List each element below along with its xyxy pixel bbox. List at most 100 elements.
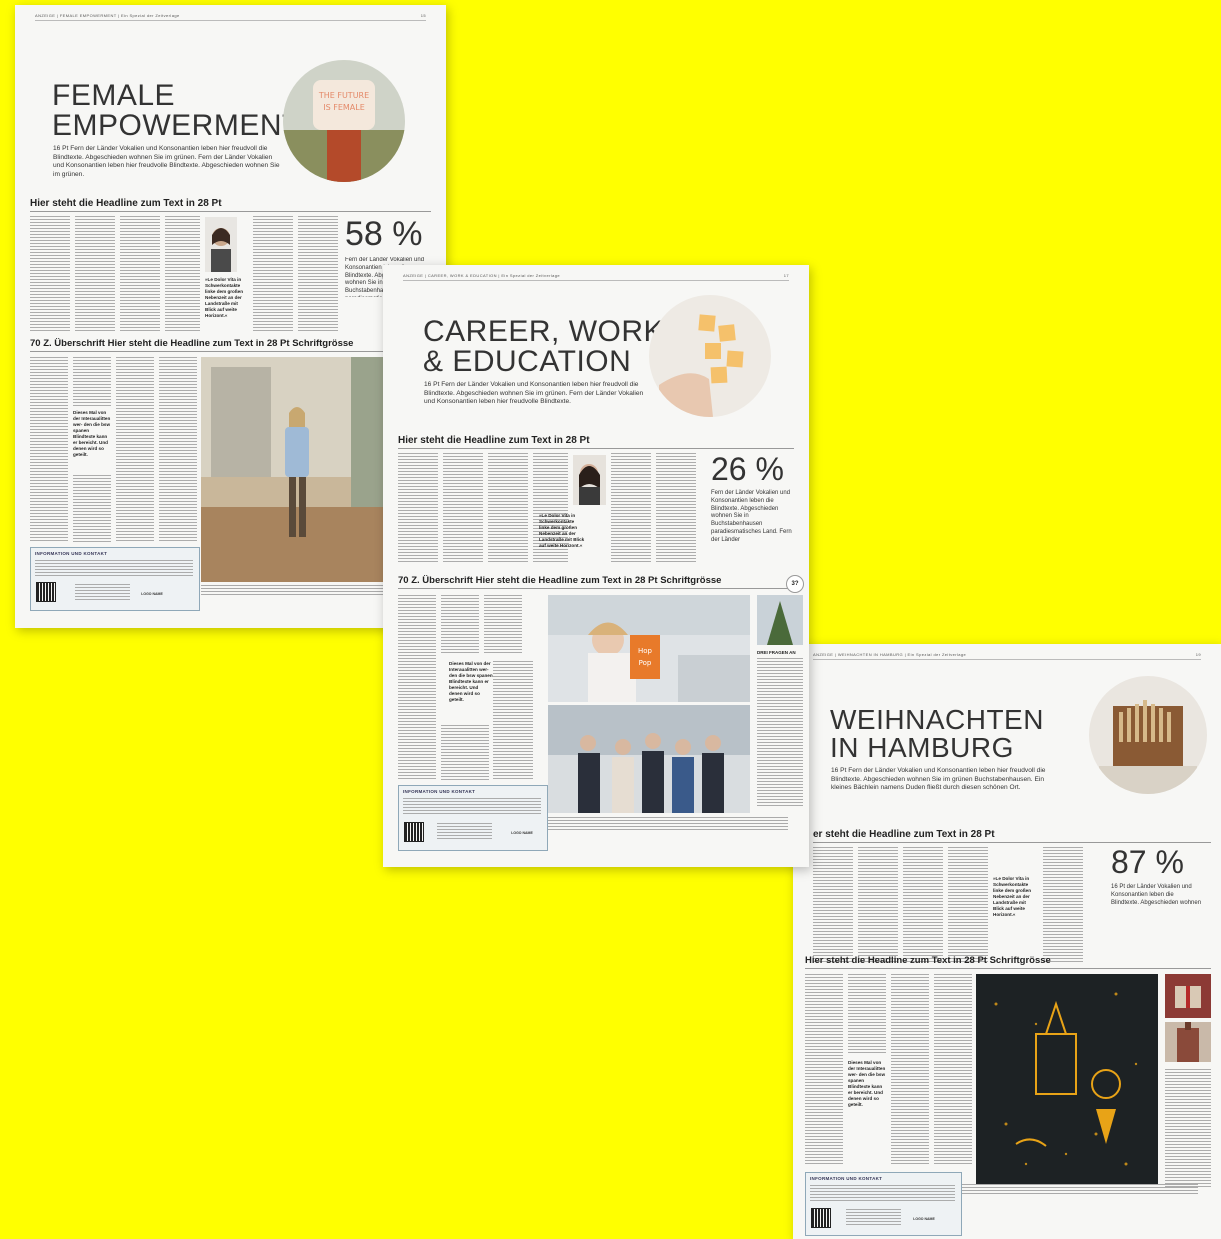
headline-1: Hier steht die Headline zum Text in 28 P… [398, 435, 590, 446]
contact-text [437, 823, 492, 839]
side-photo-tree [757, 595, 803, 645]
contact-text [75, 584, 130, 600]
text-column [30, 216, 70, 331]
headline-2: 70 Z. Überschrift Hier steht die Headlin… [398, 575, 722, 586]
divider [30, 211, 431, 212]
text-column [805, 974, 843, 1164]
page-title: FEMALE EMPOWERMENT [52, 79, 301, 142]
logo: LOGO NAME [141, 592, 163, 596]
text-column [488, 453, 528, 563]
info-contact-box: INFORMATION UND KONTAKT LOGO NAME [30, 547, 200, 611]
svg-text:Hop: Hop [638, 647, 653, 655]
contact-text [846, 1209, 901, 1225]
divider [813, 842, 1211, 843]
running-header-label: ANZEIGE | WEIHNACHTEN IN HAMBURG | Ein S… [813, 652, 967, 657]
divider [398, 588, 794, 589]
text-column [891, 974, 929, 1164]
text-column [398, 453, 438, 563]
info-heading: INFORMATION UND KONTAKT [403, 789, 476, 794]
page-career-work-education: ANZEIGE | CAREER, WORK & EDUCATION | Ein… [383, 265, 809, 867]
text-column [948, 847, 988, 962]
side-photo-building [1165, 1022, 1211, 1062]
pull-quote: Dieses Mal von der Interaualitten wer- d… [73, 410, 111, 457]
text-column [298, 216, 338, 331]
info-heading: INFORMATION UND KONTAKT [35, 551, 108, 556]
running-header-label: ANZEIGE | FEMALE EMPOWERMENT | Ein Spezi… [35, 13, 180, 18]
photo-caption [958, 1184, 1198, 1196]
pull-quote: Dieses Mal von der Interaualitten wer- d… [449, 661, 493, 702]
logo: LOGO NAME [913, 1217, 935, 1221]
side-text [1165, 1069, 1211, 1189]
sticky-notes-circle-photo [649, 295, 771, 417]
info-text [35, 560, 193, 578]
organ-circle-photo [1089, 676, 1207, 794]
page-number: 17 [783, 273, 789, 278]
text-column [165, 216, 200, 331]
text-column [73, 475, 111, 542]
page-title: WEIHNACHTEN IN HAMBURG [830, 704, 1044, 763]
text-column [441, 595, 479, 655]
side-text [757, 658, 803, 808]
portrait-photo [205, 217, 237, 272]
page-number: 19 [1195, 652, 1201, 657]
headline-1: Hier steht die Headline zum Text in 28 P… [30, 198, 222, 209]
info-text [810, 1185, 955, 1203]
qr-code [36, 582, 56, 602]
text-column [858, 847, 898, 962]
page-number: 15 [420, 13, 426, 18]
text-column [611, 453, 651, 563]
text-column [443, 453, 483, 563]
text-column [656, 453, 696, 563]
text-column [75, 216, 115, 331]
side-heading: DREI FRAGEN AN [757, 650, 796, 655]
percent-stat: 58 % [345, 215, 423, 253]
page-weihnachten-hamburg: ANZEIGE | WEIHNACHTEN IN HAMBURG | Ein S… [793, 644, 1221, 1239]
text-column [903, 847, 943, 962]
text-column [159, 357, 197, 542]
qr-code [811, 1208, 831, 1228]
running-header-label: ANZEIGE | CAREER, WORK & EDUCATION | Ein… [403, 273, 560, 278]
text-column [120, 216, 160, 331]
count-badge: 3? [786, 575, 804, 593]
text-column [848, 974, 886, 1054]
intro-text: 16 Pt Fern der Länder Vokalien und Konso… [53, 145, 280, 178]
qr-code [404, 822, 424, 842]
info-contact-box: INFORMATION UND KONTAKT LOGO NAME [398, 785, 548, 851]
logo: LOGO NAME [511, 831, 533, 835]
hero-circle-photo: THE FUTURE IS FEMALE [283, 60, 405, 182]
text-column [493, 661, 533, 781]
text-column [30, 357, 68, 542]
info-text [403, 798, 541, 816]
text-column [73, 357, 111, 407]
text-column [934, 974, 972, 1164]
percent-text: 16 Pt der Länder Vokalien und Konsonanti… [1111, 884, 1202, 906]
headline-2: 70 Z. Überschrift Hier steht die Headlin… [30, 338, 354, 349]
intro-text: 16 Pt Fern der Länder Vokalien und Konso… [831, 767, 1046, 792]
intro-text: 16 Pt Fern der Länder Vokalien und Konso… [424, 381, 644, 406]
headline-2: Hier steht die Headline zum Text in 28 P… [805, 955, 1051, 966]
team-photo [548, 705, 750, 813]
headline-1: er steht die Headline zum Text in 28 Pt [813, 829, 995, 840]
text-column [441, 725, 489, 781]
running-header: ANZEIGE | FEMALE EMPOWERMENT | Ein Spezi… [35, 13, 426, 21]
pull-quote: Dieses Mal von der Interaualitten wer- d… [848, 1060, 886, 1107]
quote: »Le Dolor Vita in Schwerkontakte linke d… [205, 277, 244, 318]
percent-text: Fern der Länder Vokalien und Konsonantie… [711, 490, 792, 543]
text-column [253, 216, 293, 331]
text-column [116, 357, 154, 542]
quote: »Le Dolor Vita in Schwerkontakte linke d… [993, 876, 1032, 917]
percent-stat: 26 % [711, 451, 784, 487]
text-column [398, 595, 436, 780]
text-column [484, 595, 522, 655]
svg-text:IS FEMALE: IS FEMALE [323, 103, 365, 112]
running-header: ANZEIGE | WEIHNACHTEN IN HAMBURG | Ein S… [813, 652, 1201, 660]
quote: »Le Dolor Vita in Schwerkontakte linke d… [539, 513, 585, 548]
divider [398, 448, 794, 449]
side-photo-gift [1165, 974, 1211, 1018]
running-header: ANZEIGE | CAREER, WORK & EDUCATION | Ein… [403, 273, 789, 281]
divider [805, 968, 1211, 969]
percent-stat: 87 % [1111, 844, 1184, 880]
christmas-illustration [976, 974, 1158, 1184]
info-contact-box: INFORMATION UND KONTAKT LOGO NAME [805, 1172, 962, 1236]
page-female-empowerment: ANZEIGE | FEMALE EMPOWERMENT | Ein Spezi… [15, 5, 446, 628]
